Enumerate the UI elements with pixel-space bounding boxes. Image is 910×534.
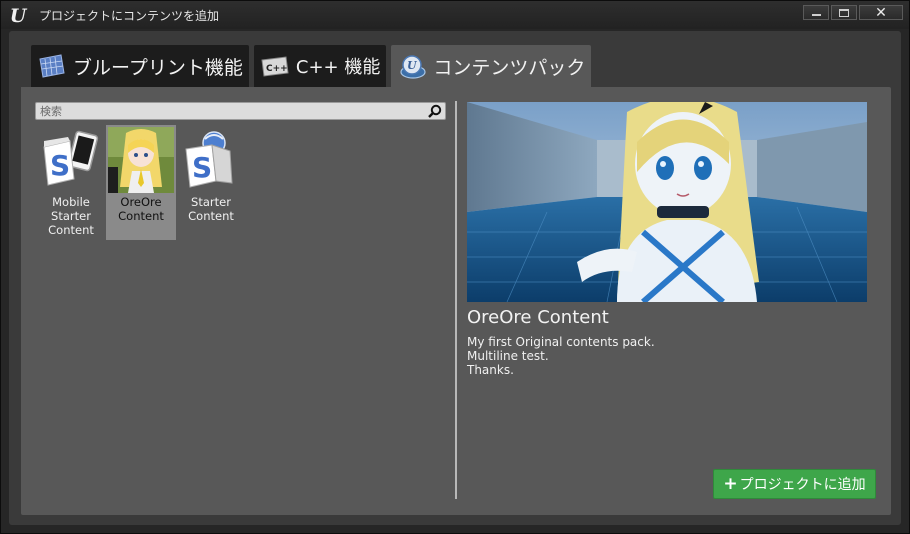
maximize-icon [839, 8, 849, 17]
svg-text:C++: C++ [266, 64, 288, 74]
tile-label: Starter Content [188, 195, 234, 223]
content-tile-oreore[interactable]: OreOre Content [106, 125, 176, 240]
tile-label: Mobile Starter Content [48, 195, 94, 237]
add-to-project-button[interactable]: + プロジェクトに追加 [713, 469, 876, 499]
starter-content-icon: S [185, 131, 233, 188]
tab-content-pack-label: コンテンツパック [433, 56, 586, 79]
unreal-logo-icon: U [9, 5, 27, 27]
tab-cpp-label: C++ 機能 [295, 57, 381, 78]
minimize-icon [811, 14, 821, 16]
content-tile-starter[interactable]: S Starter Content [176, 125, 246, 240]
add-content-dialog: U プロジェクトにコンテンツを追加 ✕ ブループリント機能 C++ C++ 機能… [0, 0, 910, 534]
maximize-button[interactable] [831, 5, 857, 20]
cpp-icon: C++ [261, 56, 289, 77]
panel-divider[interactable] [455, 101, 457, 499]
content-detail-title: OreOre Content [467, 307, 609, 328]
search-input[interactable] [40, 103, 420, 119]
svg-text:S: S [50, 149, 70, 182]
mobile-starter-icon: S [43, 130, 99, 186]
window-title: プロジェクトにコンテンツを追加 [39, 9, 220, 23]
window-controls: ✕ [803, 5, 903, 20]
content-tile-mobile-starter[interactable]: S Mobile Starter Content [36, 125, 106, 240]
tab-content-pack[interactable]: U コンテンツパック [391, 45, 592, 87]
add-to-project-label: プロジェクトに追加 [739, 477, 866, 493]
svg-text:U: U [407, 59, 418, 72]
content-preview-image [467, 102, 867, 302]
tab-cpp-feature[interactable]: C++ C++ 機能 [253, 45, 387, 87]
content-detail-description: My first Original contents pack. Multili… [467, 335, 655, 377]
tile-label: OreOre Content [118, 195, 164, 223]
tab-blueprint-label: ブループリント機能 [73, 56, 243, 79]
blueprint-icon [39, 54, 65, 78]
content-pack-icon: U [400, 55, 426, 79]
search-box[interactable] [35, 102, 446, 120]
close-icon: ✕ [875, 4, 887, 21]
svg-text:S: S [192, 151, 212, 184]
close-button[interactable]: ✕ [859, 5, 903, 20]
plus-icon: + [723, 473, 738, 494]
tab-blueprint-feature[interactable]: ブループリント機能 [31, 45, 249, 87]
search-icon[interactable] [427, 104, 443, 118]
title-bar[interactable]: U プロジェクトにコンテンツを追加 ✕ [1, 1, 909, 29]
oreore-thumbnail [108, 127, 174, 193]
minimize-button[interactable] [803, 5, 829, 20]
category-tabs: ブループリント機能 C++ C++ 機能 U コンテンツパック [31, 45, 592, 87]
